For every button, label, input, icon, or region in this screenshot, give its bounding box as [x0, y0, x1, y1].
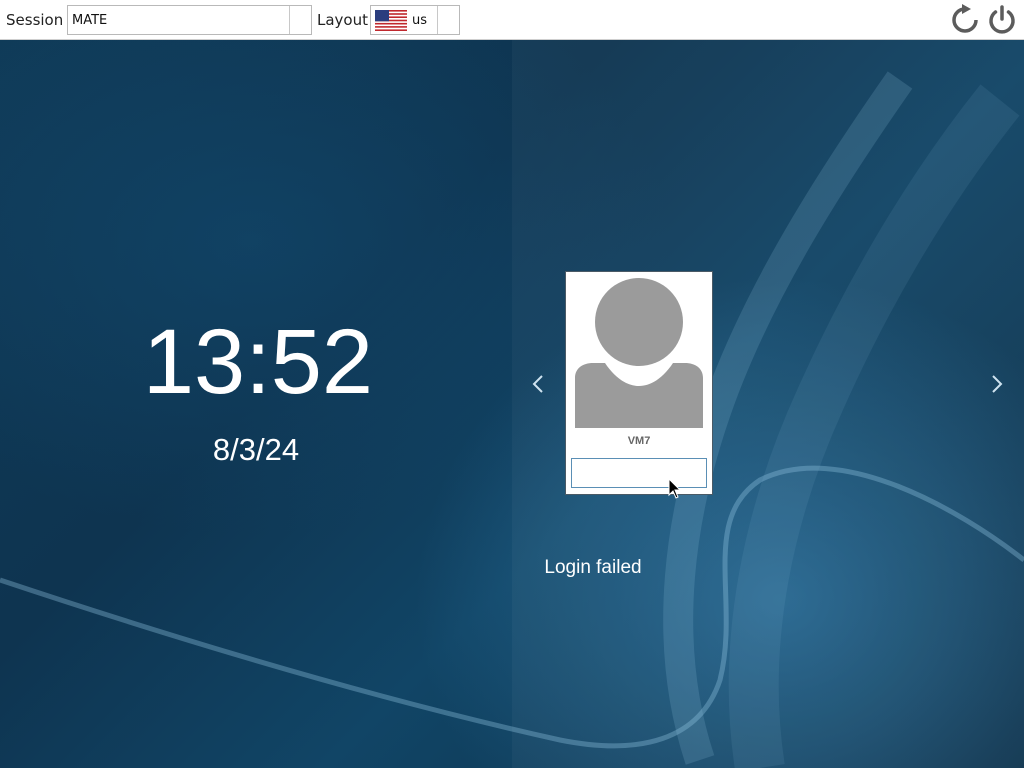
login-status-message: Login failed: [544, 557, 642, 578]
restart-icon[interactable]: [949, 4, 981, 36]
top-bar: Session MATE Layout us: [0, 0, 1024, 40]
session-label: Session: [6, 11, 64, 29]
us-flag-icon: [375, 10, 407, 31]
user-card[interactable]: VM7: [565, 271, 713, 495]
password-field[interactable]: [571, 458, 707, 488]
login-screen: Session MATE Layout us 13:52 8/3/24 VM7 …: [0, 0, 1024, 768]
layout-dropdown-button[interactable]: [437, 6, 459, 34]
session-select-value: MATE: [72, 13, 108, 28]
power-icon[interactable]: [986, 4, 1018, 36]
session-dropdown-button[interactable]: [289, 6, 311, 34]
chevron-right-icon[interactable]: [989, 373, 1005, 395]
mouse-cursor-icon: [668, 478, 682, 499]
layout-select-value: us: [412, 13, 428, 28]
clock-time: 13:52: [142, 311, 374, 413]
user-avatar-icon: [575, 278, 703, 428]
chevron-left-icon[interactable]: [530, 373, 546, 395]
layout-label: Layout: [317, 11, 368, 29]
layout-select[interactable]: us: [370, 5, 460, 35]
clock-date: 8/3/24: [212, 432, 300, 467]
username-label: VM7: [627, 435, 651, 447]
session-select[interactable]: MATE: [67, 5, 312, 35]
